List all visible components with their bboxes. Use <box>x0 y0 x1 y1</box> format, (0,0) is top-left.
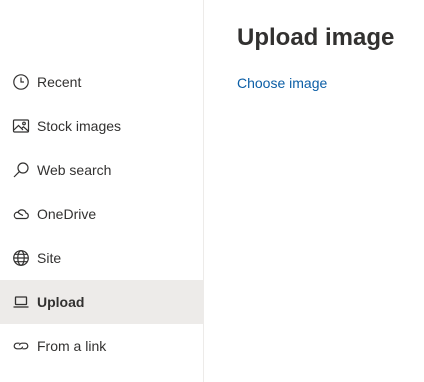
clock-icon <box>12 73 30 91</box>
sidebar-item-label: Site <box>37 250 62 266</box>
sidebar-item-label: OneDrive <box>37 206 97 222</box>
sidebar-item-label: Web search <box>37 162 112 178</box>
link-icon <box>12 337 30 355</box>
laptop-icon <box>12 293 30 311</box>
sidebar-item-site[interactable]: Site <box>0 236 203 280</box>
main-content: Upload image Choose image <box>205 0 424 382</box>
sidebar-item-recent[interactable]: Recent <box>0 60 203 104</box>
search-icon <box>12 161 30 179</box>
image-icon <box>12 117 30 135</box>
sidebar-item-label: From a link <box>37 338 107 354</box>
sidebar-item-upload[interactable]: Upload <box>0 280 203 324</box>
choose-image-link[interactable]: Choose image <box>237 75 327 91</box>
globe-icon <box>12 249 30 267</box>
page-title: Upload image <box>237 24 395 51</box>
sidebar-item-web-search[interactable]: Web search <box>0 148 203 192</box>
cloud-icon <box>12 205 30 223</box>
sidebar-item-label: Stock images <box>37 118 122 134</box>
sidebar-item-label: Upload <box>37 294 85 310</box>
image-picker-panel: Recent Stock images Web search OneDrive … <box>0 0 424 382</box>
sidebar-item-from-a-link[interactable]: From a link <box>0 324 203 368</box>
sidebar-item-label: Recent <box>37 74 82 90</box>
sidebar-item-onedrive[interactable]: OneDrive <box>0 192 203 236</box>
sidebar: Recent Stock images Web search OneDrive … <box>0 0 204 382</box>
sidebar-item-stock-images[interactable]: Stock images <box>0 104 203 148</box>
